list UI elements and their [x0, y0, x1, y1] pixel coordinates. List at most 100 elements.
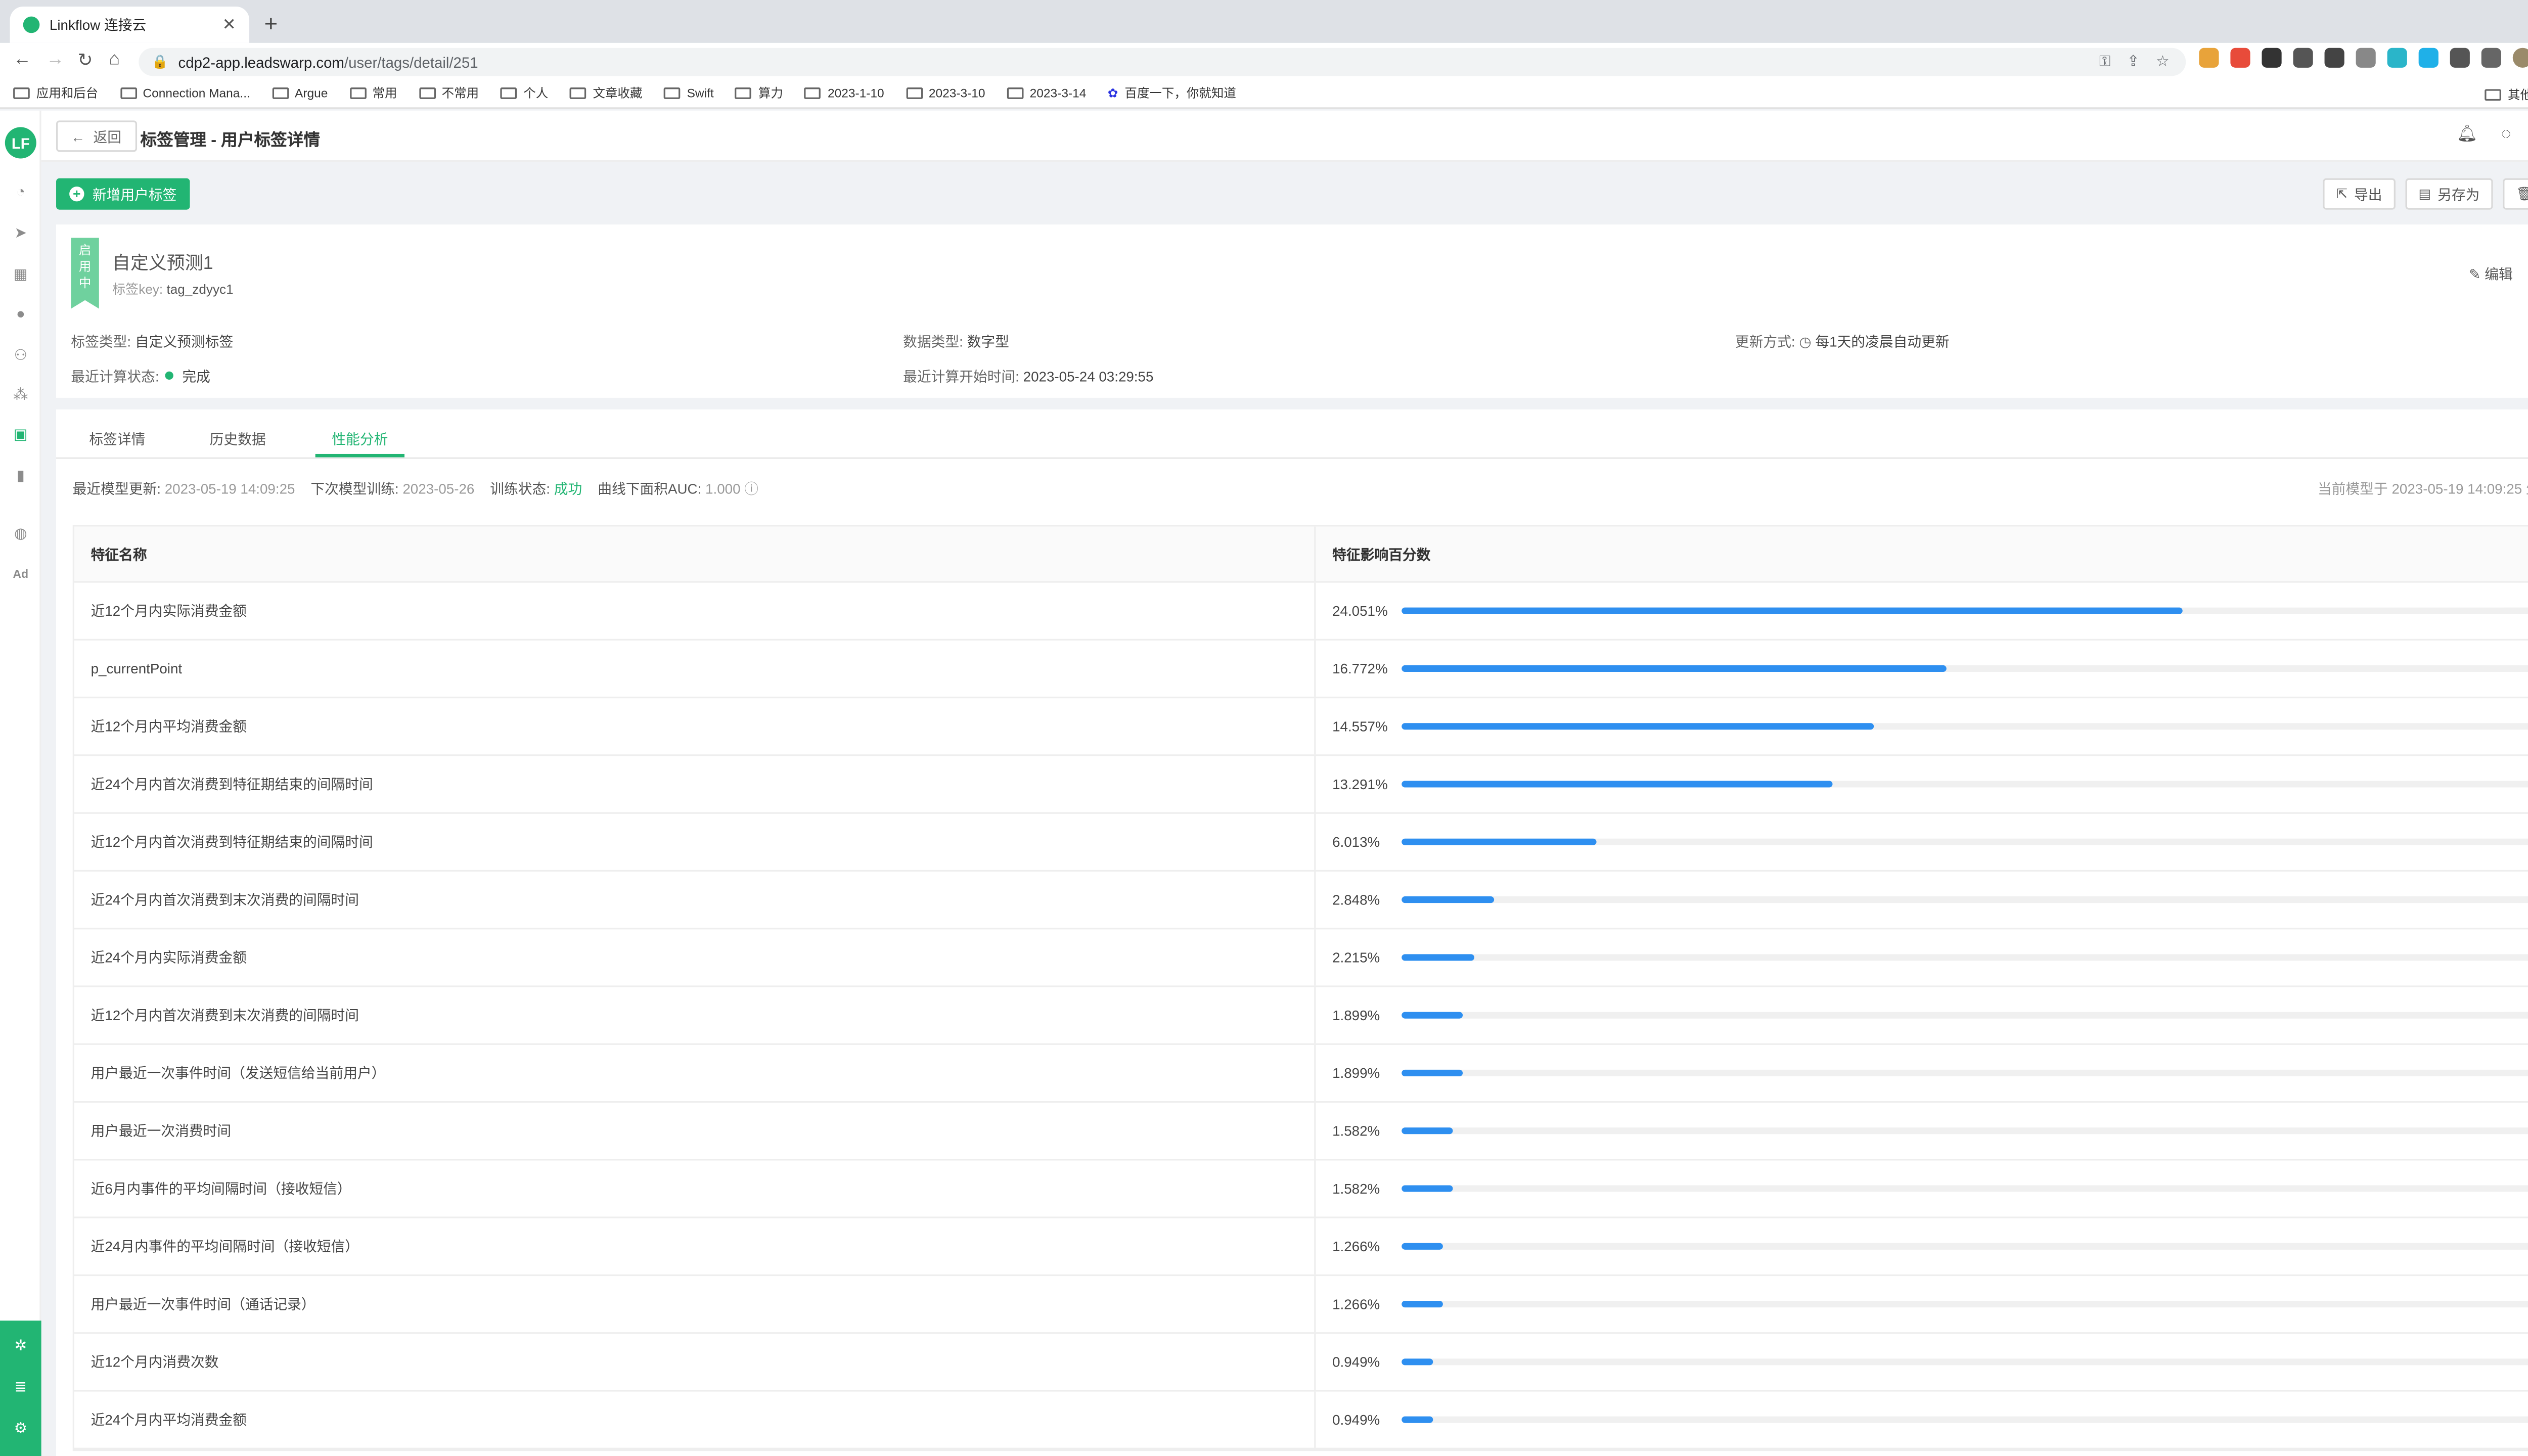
bookmark-label: 常用 [372, 85, 397, 101]
tab-tag-details[interactable]: 标签详情 [89, 429, 145, 449]
status-dot [165, 371, 174, 380]
folder-icon [663, 87, 681, 99]
influence-bar-fill [1402, 954, 1474, 961]
ad-icon[interactable]: Ad [12, 566, 30, 584]
influence-percent: 14.557% [1332, 718, 1388, 735]
bookmark-item[interactable]: 算力 [735, 84, 783, 103]
export-button[interactable]: ⇱ 导出 [2323, 178, 2396, 210]
bookmark-label: 2023-1-10 [827, 85, 884, 101]
calendar-icon[interactable]: ▦ [12, 266, 30, 284]
bell-icon[interactable]: 🔔︎ [2457, 125, 2477, 145]
analytics-icon[interactable]: ▮ [12, 467, 30, 485]
influence-percent: 2.848% [1332, 891, 1380, 908]
tab-history-data[interactable]: 历史数据 [210, 429, 266, 449]
help-icon[interactable]: ⓘ [744, 480, 758, 497]
bookmark-item[interactable]: 2023-1-10 [804, 86, 884, 101]
back-arrow-icon[interactable]: ← [13, 50, 31, 69]
gear-icon[interactable]: ⚙ [12, 1420, 30, 1438]
sidepanel-icon[interactable] [2481, 48, 2501, 68]
extension-icon[interactable] [2262, 48, 2282, 68]
influence-bar-track [1402, 954, 2528, 961]
list-icon[interactable]: ≣ [12, 1379, 30, 1397]
bookmark-item[interactable]: 常用 [349, 84, 397, 103]
bookmark-item[interactable]: ✿ 百度一下，你就知道 [1108, 84, 1236, 103]
address-bar[interactable]: 🔒 cdp2-app.leadswarp.com/user/tags/detai… [139, 48, 2186, 76]
bookmark-item[interactable]: 应用和后台 [13, 84, 98, 103]
bookmark-item[interactable]: 不常用 [418, 84, 479, 103]
feature-influence-cell: 2.848% [1316, 872, 2528, 928]
bookmark-item[interactable]: 个人 [500, 84, 549, 103]
bookmark-label: Argue [295, 85, 328, 101]
influence-percent: 1.582% [1332, 1122, 1380, 1140]
reload-icon[interactable]: ↻ [77, 50, 93, 71]
other-bookmarks[interactable]: 其他书签 [2485, 86, 2528, 104]
share-icon[interactable]: ⇪ [2127, 53, 2140, 71]
user-icon[interactable]: ● [12, 305, 30, 324]
bookmark-label: 2023-3-14 [1029, 85, 1087, 101]
puzzle-icon[interactable] [2450, 48, 2470, 68]
profile-avatar[interactable] [2512, 48, 2528, 68]
browser-tab[interactable]: Linkflow 连接云 ✕ [10, 7, 250, 43]
arrow-left-icon: ← [71, 128, 85, 145]
extension-icon[interactable] [2418, 48, 2439, 68]
delete-button[interactable]: 🗑︎ [2503, 178, 2528, 210]
bookmark-label: 应用和后台 [36, 85, 99, 101]
edit-button[interactable]: ✎ 编辑 [2469, 264, 2513, 284]
bookmark-item[interactable]: Swift [663, 86, 714, 101]
calc-status: 最近计算状态: 完成 [71, 367, 210, 386]
feature-name: 近6月内事件的平均间隔时间（接收短信） [74, 1160, 1316, 1217]
feature-influence-cell: 6.013% [1316, 814, 2528, 870]
data-type: 数据类型: 数字型 [903, 332, 1009, 351]
linkflow-logo[interactable]: LF [5, 127, 36, 159]
save-icon: ▤ [2418, 186, 2431, 202]
folder-icon [349, 87, 366, 99]
extension-icon[interactable] [2356, 48, 2376, 68]
extension-icon[interactable] [2230, 48, 2250, 68]
bookmark-item[interactable]: 2023-3-14 [1006, 85, 1087, 101]
extension-icon[interactable] [2324, 48, 2344, 68]
folder-icon [13, 87, 30, 99]
bookmark-label: 文章收藏 [593, 85, 643, 101]
influence-bar-fill [1402, 1185, 1453, 1192]
feature-influence-cell: 13.291% [1316, 756, 2528, 812]
back-button[interactable]: ← 返回 [56, 120, 137, 152]
dashboard-icon[interactable]: ◔ [12, 183, 30, 201]
influence-percent: 16.772% [1332, 660, 1388, 677]
message-icon[interactable]: ◌ [2496, 125, 2516, 145]
add-user-tag-button[interactable]: + 新增用户标签 [56, 178, 190, 210]
tag-name: 自定义预测1 [112, 254, 213, 275]
bookmark-label: 个人 [523, 85, 549, 101]
close-tab-icon[interactable]: ✕ [222, 16, 236, 34]
bookmarks-bar: 应用和后台 Connection Mana... Argue 常用 不常用 个人… [0, 79, 2528, 109]
forward-arrow-icon[interactable]: → [46, 50, 64, 69]
tags-icon[interactable]: ▣ [12, 426, 30, 444]
lock-icon[interactable]: 🔒 [152, 55, 168, 69]
save-as-button[interactable]: ▤ 另存为 [2405, 178, 2493, 210]
influence-bar-fill [1402, 723, 1874, 730]
bookmark-label: 算力 [758, 85, 783, 101]
extension-icon[interactable] [2387, 48, 2407, 68]
new-tab-icon[interactable]: + [264, 10, 278, 36]
bookmark-item[interactable]: 2023-3-10 [906, 86, 985, 101]
star-icon[interactable]: ☆ [2156, 53, 2169, 71]
bookmark-item[interactable]: Connection Mana... [119, 86, 250, 101]
bookmark-item[interactable]: Argue [272, 86, 328, 101]
browser-tab-bar: Linkflow 连接云 ✕ + ⌄ [0, 0, 2528, 43]
home-icon[interactable]: ⌂ [109, 50, 120, 69]
integration-icon[interactable]: ✲ [12, 1337, 30, 1355]
wechat-icon[interactable]: ◍ [12, 525, 30, 543]
influence-bar-track [1402, 1069, 2528, 1076]
save-as-label: 另存为 [2437, 186, 2480, 202]
feature-influence-cell: 1.899% [1316, 987, 2528, 1043]
users-icon[interactable]: ⚇ [12, 347, 30, 365]
bookmark-item[interactable]: 文章收藏 [569, 84, 643, 103]
send-icon[interactable]: ➤ [12, 224, 30, 243]
segments-icon[interactable]: ⁂ [12, 386, 30, 404]
extension-icon[interactable] [2199, 48, 2219, 68]
extension-icon[interactable] [2293, 48, 2313, 68]
feature-name: 用户最近一次事件时间（通话记录） [74, 1276, 1316, 1333]
tab-performance-analysis[interactable]: 性能分析 [332, 429, 388, 449]
feature-influence-cell: 1.582% [1316, 1161, 2528, 1217]
influence-bar-fill [1402, 1069, 1464, 1076]
key-icon[interactable]: ⚿ [2099, 53, 2110, 71]
